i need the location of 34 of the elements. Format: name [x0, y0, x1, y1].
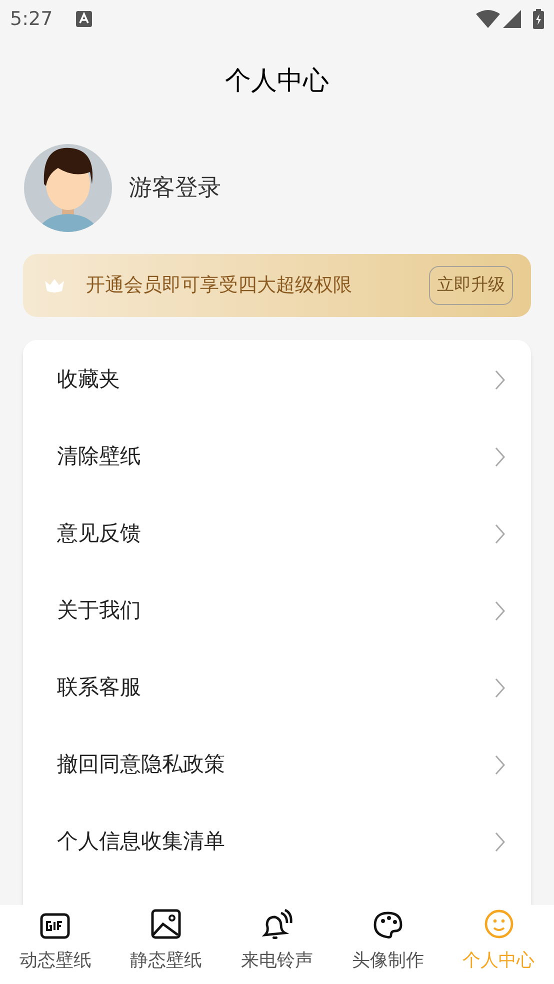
menu-item[interactable]: 收藏夹: [23, 341, 531, 418]
nav-tab[interactable]: 静态壁纸: [110, 905, 222, 984]
menu-item[interactable]: 联系客服: [23, 649, 531, 726]
upgrade-button[interactable]: 立即升级: [429, 266, 513, 305]
menu-item[interactable]: 撤回同意隐私政策: [23, 726, 531, 803]
menu-item[interactable]: 意见反馈: [23, 495, 531, 572]
bell-icon: [260, 909, 293, 939]
chevron-right-icon: [495, 446, 505, 466]
chevron-right-icon: [495, 678, 505, 698]
status-time: 5:27: [10, 6, 53, 32]
nav-tab[interactable]: 头像制作: [332, 905, 444, 984]
chevron-right-icon: [495, 370, 505, 390]
vip-promo-text: 开通会员即可享受四大超级权限: [86, 273, 352, 298]
menu-item[interactable]: 关于我们: [23, 572, 531, 649]
chevron-right-icon: [495, 600, 505, 620]
vip-banner[interactable]: 开通会员即可享受四大超级权限 立即升级: [23, 254, 531, 317]
nav-tab[interactable]: 动态壁纸: [0, 905, 111, 984]
login-link[interactable]: 游客登录: [129, 170, 221, 206]
keyboard-icon: [76, 11, 92, 27]
signal-icon: [503, 10, 521, 28]
palette-icon: [372, 911, 403, 939]
image-icon: [151, 909, 182, 939]
gif-icon: [40, 913, 70, 939]
menu-item[interactable]: 个人信息收集清单: [23, 803, 531, 880]
wifi-icon: [476, 9, 500, 29]
crown-icon: [45, 278, 64, 292]
menu-item[interactable]: 清除壁纸: [23, 418, 531, 495]
nav-tab[interactable]: 来电铃声: [222, 905, 332, 984]
smiley-icon: [484, 909, 514, 939]
chevron-right-icon: [495, 754, 505, 774]
chevron-right-icon: [495, 832, 505, 852]
chevron-right-icon: [495, 524, 505, 544]
battery-icon: [533, 9, 544, 29]
page-title: 个人中心: [225, 64, 329, 98]
